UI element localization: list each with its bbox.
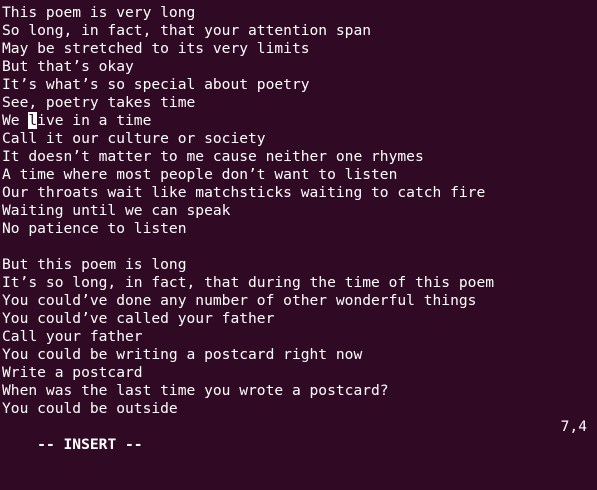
text-line-4[interactable]: But that’s okay bbox=[2, 58, 597, 76]
text-line-12[interactable]: Waiting until we can speak bbox=[2, 202, 597, 220]
text-line-6[interactable]: See, poetry takes time bbox=[2, 94, 597, 112]
text-line-5[interactable]: It’s what’s so special about poetry bbox=[2, 76, 597, 94]
terminal-window[interactable]: This poem is very long So long, in fact,… bbox=[0, 0, 597, 453]
text-line-11[interactable]: Our throats wait like matchsticks waitin… bbox=[2, 184, 597, 202]
text-line-16[interactable]: It’s so long, in fact, that during the t… bbox=[2, 274, 597, 292]
text-line-18[interactable]: You could’ve called your father bbox=[2, 310, 597, 328]
text-line-17[interactable]: You could’ve done any number of other wo… bbox=[2, 292, 597, 310]
text-line-21[interactable]: Write a postcard bbox=[2, 364, 597, 382]
text-line-19[interactable]: Call your father bbox=[2, 328, 597, 346]
cursor: l bbox=[28, 112, 38, 129]
text-line-13[interactable]: No patience to listen bbox=[2, 220, 597, 238]
text-line-23[interactable]: You could be outside bbox=[2, 400, 597, 418]
text-line-20[interactable]: You could be writing a postcard right no… bbox=[2, 346, 597, 364]
insert-mode-indicator: -- INSERT -- bbox=[37, 436, 143, 453]
text-line-9[interactable]: It doesn’t matter to me cause neither on… bbox=[2, 148, 597, 166]
text-line-14[interactable] bbox=[2, 238, 597, 256]
cursor-position: 7,4 bbox=[560, 418, 587, 435]
text-line-7-current[interactable]: We live in a time bbox=[2, 112, 597, 130]
text-line-3[interactable]: May be stretched to its very limits bbox=[2, 40, 597, 58]
text-line-15[interactable]: But this poem is long bbox=[2, 256, 597, 274]
status-line: -- INSERT -- 7,4 bbox=[2, 418, 597, 453]
text-before-cursor: We bbox=[2, 112, 29, 129]
text-line-8[interactable]: Call it our culture or society bbox=[2, 130, 597, 148]
editor-buffer[interactable]: This poem is very long So long, in fact,… bbox=[2, 4, 597, 418]
text-after-cursor: ive in a time bbox=[37, 112, 152, 129]
text-line-1[interactable]: This poem is very long bbox=[2, 4, 597, 22]
text-line-22[interactable]: When was the last time you wrote a postc… bbox=[2, 382, 597, 400]
text-line-2[interactable]: So long, in fact, that your attention sp… bbox=[2, 22, 597, 40]
text-line-10[interactable]: A time where most people don’t want to l… bbox=[2, 166, 597, 184]
